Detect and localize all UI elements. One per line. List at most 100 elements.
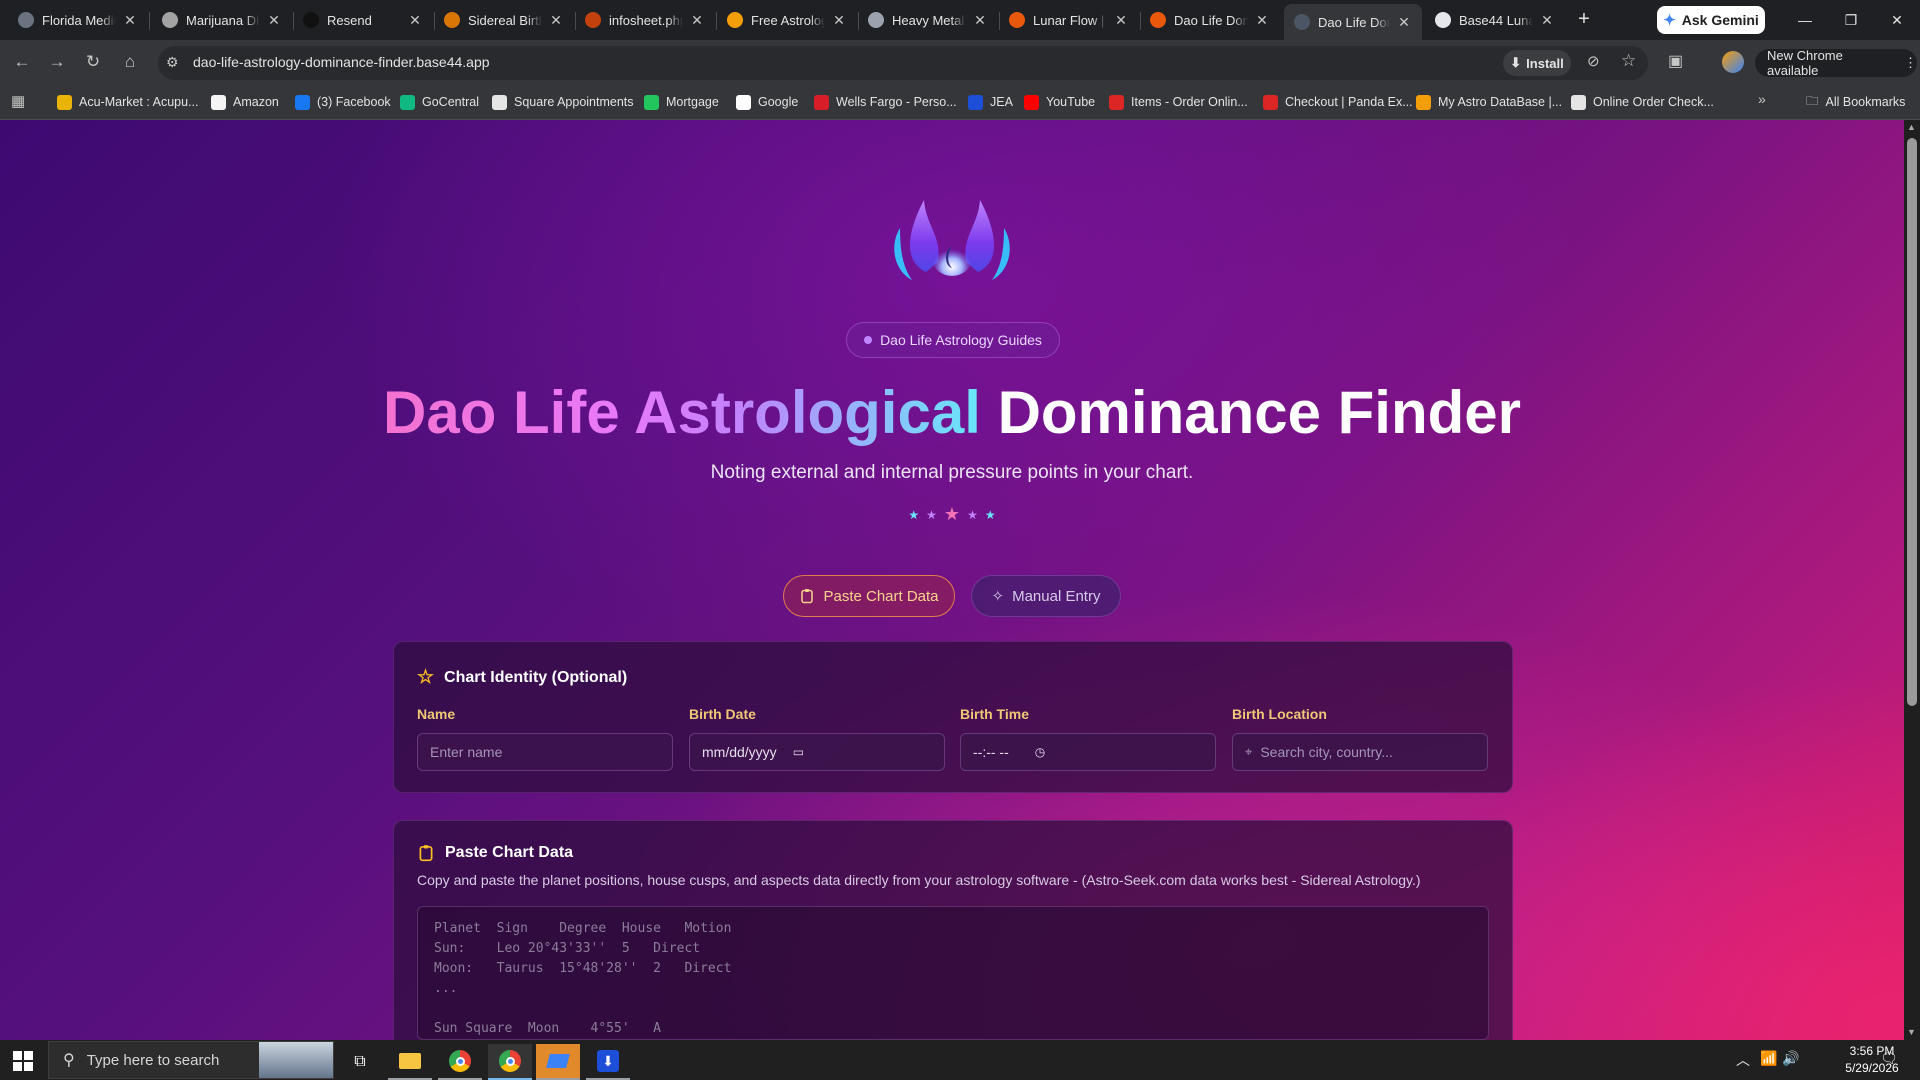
windows-start-icon[interactable] [10, 1048, 36, 1074]
bookmark-favicon-icon [1263, 94, 1278, 110]
browser-tab[interactable]: Sidereal Birth ✕ [434, 4, 574, 36]
bookmark-item[interactable]: Wells Fargo - Perso... [814, 91, 957, 113]
profile-avatar[interactable] [1722, 51, 1744, 73]
bookmark-item[interactable]: YouTube [1024, 91, 1095, 113]
bookmark-item[interactable]: Amazon [211, 91, 279, 113]
chart-identity-title-text: Chart Identity (Optional) [444, 668, 628, 686]
notifications-icon[interactable]: 🗨 [1880, 1050, 1898, 1067]
close-window-button[interactable]: ✕ [1882, 8, 1912, 32]
tab-close-icon[interactable]: ✕ [1113, 12, 1129, 29]
home-button[interactable]: ⌂ [118, 50, 142, 74]
minimize-button[interactable]: — [1790, 8, 1820, 32]
browser-tab[interactable]: Free Astrolog ✕ [717, 4, 857, 36]
taskbar-search-box[interactable]: ⚲ Type here to search [48, 1041, 334, 1079]
tab-close-icon[interactable]: ✕ [1396, 14, 1412, 31]
name-input[interactable]: Enter name [417, 733, 673, 771]
calendar-icon[interactable]: ▭ [793, 745, 804, 759]
bookmark-item[interactable]: Acu-Market : Acupu... [57, 91, 199, 113]
taskbar-clock[interactable]: 3:56 PM 5/29/2026 [1835, 1043, 1909, 1077]
browser-tab[interactable]: Marijuana Di ✕ [152, 4, 292, 36]
bookmark-favicon-icon [1416, 94, 1431, 110]
volume-icon[interactable]: 🔊 [1782, 1050, 1799, 1067]
bookmark-item[interactable]: Checkout | Panda Ex... [1263, 91, 1413, 113]
birth-time-input[interactable]: --:-- -- ◷ [960, 733, 1216, 771]
tab-title: Base44 Lunar [1459, 12, 1533, 28]
bookmark-favicon-icon [57, 94, 72, 110]
map-pin-icon: ⌖ [1245, 744, 1253, 759]
bookmark-item[interactable]: Items - Order Onlin... [1109, 91, 1248, 113]
url-text[interactable]: dao-life-astrology-dominance-finder.base… [193, 54, 490, 70]
restore-button[interactable]: ❐ [1836, 8, 1866, 32]
scroll-down-arrow[interactable]: ▼ [1907, 1027, 1916, 1037]
browser-tab[interactable]: Florida Medic ✕ [8, 4, 148, 36]
browser-tab[interactable]: Lunar Flow | I ✕ [999, 4, 1139, 36]
chrome-active-icon[interactable] [488, 1044, 532, 1080]
browser-tab[interactable]: Dao Life Dom ✕ [1284, 4, 1422, 40]
tab-close-icon[interactable]: ✕ [407, 12, 423, 29]
chart-data-textarea[interactable]: Planet Sign Degree House Motion Sun: Leo… [417, 906, 1489, 1040]
new-chrome-label: New Chrome available [1767, 48, 1843, 78]
browser-tab[interactable]: Resend ✕ [293, 4, 433, 36]
clock-icon[interactable]: ◷ [1035, 745, 1045, 759]
manual-entry-button[interactable]: ✧ Manual Entry [971, 575, 1121, 617]
tab-title: Dao Life Dom [1318, 14, 1390, 30]
new-chrome-available-button[interactable]: New Chrome available ⋮ [1755, 48, 1917, 78]
bookmark-label: Items - Order Onlin... [1131, 95, 1248, 109]
bookmark-favicon-icon [211, 94, 226, 110]
back-button[interactable]: ← [10, 50, 34, 74]
file-explorer-icon[interactable] [388, 1044, 432, 1080]
forward-button[interactable]: → [45, 50, 69, 74]
network-icon[interactable]: 📶 [1760, 1050, 1777, 1067]
browser-tab[interactable]: Dao Life Dom ✕ [1140, 4, 1280, 36]
paste-chart-data-button[interactable]: Paste Chart Data [783, 575, 955, 617]
scroll-up-arrow[interactable]: ▲ [1907, 122, 1916, 132]
birth-date-input[interactable]: mm/dd/yyyy ▭ [689, 733, 945, 771]
bookmark-item[interactable]: Square Appointments [492, 91, 634, 113]
bookmark-label: JEA [990, 95, 1013, 109]
download-app-icon[interactable]: ⬇ [586, 1044, 630, 1080]
tab-favicon-icon [444, 12, 460, 28]
clipboard-icon [419, 845, 433, 862]
bookmark-item[interactable]: (3) Facebook [295, 91, 391, 113]
bookmark-item[interactable]: Online Order Check... [1571, 91, 1714, 113]
tab-close-icon[interactable]: ✕ [266, 12, 282, 29]
scrollbar-thumb[interactable] [1907, 138, 1917, 706]
tab-close-icon[interactable]: ✕ [831, 12, 847, 29]
more-bookmarks-chevron-icon[interactable]: » [1758, 91, 1766, 107]
bookmark-favicon-icon [1109, 94, 1124, 110]
bookmark-item[interactable]: JEA [968, 91, 1013, 113]
show-hidden-icons-chevron[interactable]: ︿ [1736, 1050, 1750, 1070]
bookmark-label: GoCentral [422, 95, 479, 109]
bookmark-item[interactable]: Mortgage [644, 91, 719, 113]
apps-grid-icon[interactable]: ▦ [11, 92, 25, 110]
tab-title: Sidereal Birth [468, 12, 542, 28]
bookmark-label: My Astro DataBase |... [1438, 95, 1563, 109]
task-view-icon[interactable]: ⧉ [338, 1044, 382, 1080]
site-settings-icon[interactable]: ⚙ [166, 54, 179, 71]
chrome-icon[interactable] [438, 1044, 482, 1080]
birth-location-input[interactable]: ⌖ Search city, country... [1232, 733, 1488, 771]
more-menu-icon: ⋮ [1904, 55, 1917, 70]
tab-close-icon[interactable]: ✕ [122, 12, 138, 29]
browser-tab[interactable]: Heavy Metal ✕ [858, 4, 998, 36]
tab-close-icon[interactable]: ✕ [689, 12, 705, 29]
tab-separator [149, 12, 150, 30]
bookmark-item[interactable]: Google [736, 91, 798, 113]
browser-tab[interactable]: infosheet.php ✕ [575, 4, 715, 36]
tab-close-icon[interactable]: ✕ [972, 12, 988, 29]
install-app-button[interactable]: ⬇ Install [1503, 50, 1571, 76]
new-tab-button[interactable]: + [1572, 8, 1596, 32]
tab-close-icon[interactable]: ✕ [548, 12, 564, 29]
bookmark-star-icon[interactable]: ☆ [1621, 51, 1636, 71]
bookmark-item[interactable]: My Astro DataBase |... [1416, 91, 1562, 113]
all-bookmarks-button[interactable]: 🗀 All Bookmarks [1806, 91, 1905, 113]
reload-button[interactable]: ↻ [81, 50, 105, 74]
tracking-off-icon[interactable]: ⊘ [1587, 52, 1600, 70]
side-panel-icon[interactable]: ▣ [1668, 51, 1683, 71]
tab-close-icon[interactable]: ✕ [1254, 12, 1270, 29]
ask-gemini-button[interactable]: ✦ Ask Gemini [1657, 6, 1765, 34]
browser-tab[interactable]: Base44 Lunar ✕ [1425, 4, 1565, 36]
app-icon[interactable] [536, 1044, 580, 1080]
bookmark-item[interactable]: GoCentral [400, 91, 479, 113]
tab-close-icon[interactable]: ✕ [1539, 12, 1555, 29]
